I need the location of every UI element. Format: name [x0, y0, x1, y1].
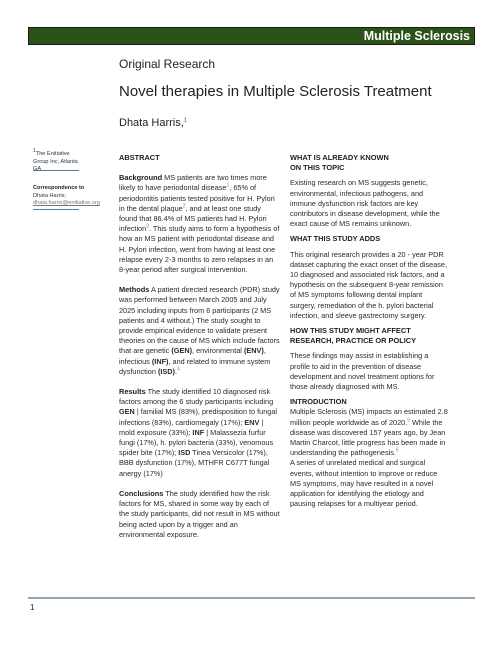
intro-text: Multiple Sclerosis (MS) impacts an estim… — [290, 407, 450, 509]
citation[interactable]: 6 — [396, 448, 399, 454]
label: Results — [119, 387, 146, 397]
text: , environmental — [192, 346, 244, 356]
bold: (ENV) — [243, 346, 264, 356]
summary-column: WHAT IS ALREADY KNOWN ON THIS TOPIC Exis… — [290, 153, 450, 510]
abstract-heading: ABSTRACT — [119, 153, 160, 162]
intro-heading: INTRODUCTION — [290, 397, 347, 407]
bold: (ISD) — [157, 366, 175, 376]
adds-text: This original research provides a 20 - y… — [290, 249, 447, 320]
label: Methods — [119, 285, 150, 295]
author-sup: 1 — [183, 117, 187, 124]
bold: ISD — [178, 448, 191, 458]
adds-heading: WHAT THIS STUDY ADDS — [290, 234, 381, 244]
bold: ENV — [244, 417, 260, 427]
author-name: Dhata Harris, — [119, 117, 184, 129]
article-title: Novel therapies in Multiple Sclerosis Tr… — [119, 83, 432, 100]
footer-rule — [28, 597, 475, 599]
affect-heading: HOW THIS STUDY MIGHT AFFECT RESEARCH, PR… — [290, 326, 417, 346]
divider — [33, 209, 79, 210]
known-text: Existing research on MS suggests genetic… — [290, 178, 440, 229]
divider — [33, 170, 79, 171]
journal-banner: Multiple Sclerosis — [28, 27, 475, 45]
affiliation-text: The Enitiative Group Inc, Atlanta GA — [33, 151, 78, 172]
text: A patient directed research (PDR) study … — [119, 285, 280, 356]
abstract-background: Background MS patients are two times mor… — [119, 173, 281, 275]
known-heading: WHAT IS ALREADY KNOWN ON THIS TOPIC — [290, 153, 389, 173]
label: Background — [119, 173, 163, 183]
abstract-column: ABSTRACT Background MS patients are two … — [119, 153, 281, 540]
bold: (GEN) — [171, 346, 193, 356]
correspondence-label: Correspondence to — [33, 185, 85, 191]
label: Conclusions — [119, 488, 164, 498]
bold: INF — [192, 427, 205, 437]
abstract-conclusions: Conclusions The study identified how the… — [119, 489, 281, 540]
abstract-methods: Methods A patient directed research (PDR… — [119, 285, 281, 377]
correspondence: Correspondence to Dhata Harris; dhata.ha… — [33, 185, 100, 208]
page-number: 1 — [30, 603, 35, 612]
text: A series of unrelated medical and surgic… — [290, 458, 438, 509]
article-type: Original Research — [119, 57, 216, 71]
bold: (INF) — [151, 356, 169, 366]
affect-text: These findings may assist in establishin… — [290, 351, 435, 392]
citation[interactable]: 4 — [177, 366, 180, 372]
bold: GEN — [119, 407, 135, 417]
abstract-results: Results The study identified 10 diagnose… — [119, 387, 281, 479]
author: Dhata Harris,1 — [119, 117, 187, 129]
correspondence-name: Dhata Harris; — [33, 192, 66, 199]
correspondence-email-link[interactable]: dhata.harris@enitiative.org — [33, 200, 100, 206]
